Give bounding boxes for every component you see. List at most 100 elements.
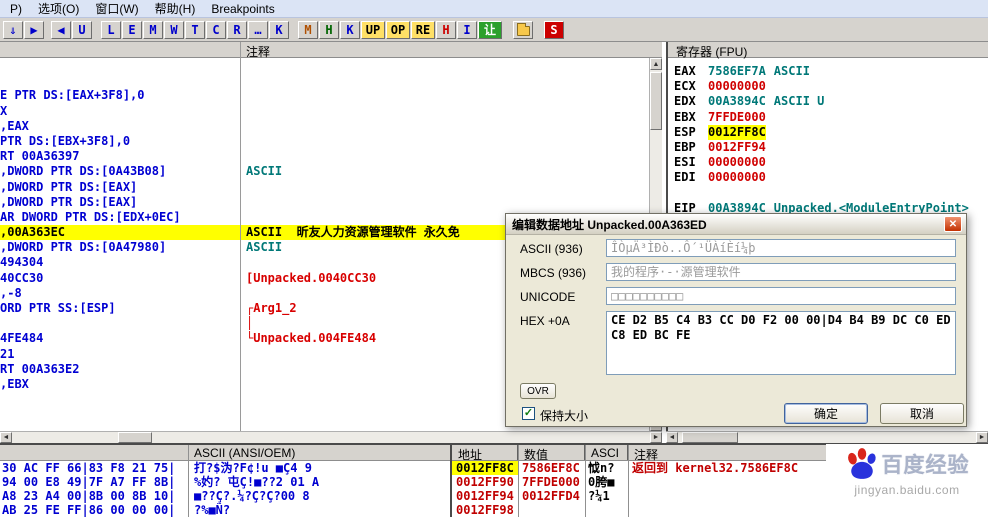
stack-column-divider [518,445,519,517]
register-name: ESI [674,155,708,170]
ovr-button[interactable]: OVR [520,383,556,399]
disasm-column-header: 注释 [0,42,662,58]
ascii-field-label: ASCII (936) [520,242,583,256]
register-row[interactable]: EBP0012FF94 [668,140,988,155]
cancel-button[interactable]: 取消 [880,403,964,424]
disasm-row[interactable]: PTR DS:[EBX+3F8],0 [0,134,649,149]
menu-item[interactable]: 选项(O) [30,0,87,18]
more-button[interactable]: … [248,21,268,39]
plugin-up-button[interactable]: UP [361,21,385,39]
scroll-right-icon[interactable]: ► [976,432,988,443]
menu-item[interactable]: Breakpoints [203,1,282,17]
dialog-titlebar[interactable]: 编辑数据地址 Unpacked.00A363ED ✕ [506,214,966,235]
menu-item[interactable]: 窗口(W) [87,0,146,18]
log-window-button[interactable]: L [101,21,121,39]
ok-button[interactable]: 确定 [784,403,868,424]
disasm-code: 494304 [0,255,240,270]
hexdump-row[interactable]: A8 23 A4 00|8B 00 8B 10|■??Ç?.¼?Ç?Ç?00 8 [0,489,450,503]
registers-header: 寄存器 (FPU) [668,42,988,58]
plugin-m-button[interactable]: M [298,21,318,39]
stack-value: 7FFDE000 [518,475,585,489]
register-value: 00A3894C [708,94,766,109]
plugin-h2-button[interactable]: H [436,21,456,39]
hexdump-row[interactable]: 94 00 E8 49|7F A7 FF 8B|%妁? 屯Ç!■??2 01 A [0,475,450,489]
menu-item[interactable]: 帮助(H) [147,0,204,18]
hexdump-row[interactable]: 30 AC FF 66|83 F8 21 75|打?$沩?F¢!u ■Ç4 9 [0,461,450,475]
disasm-code: ,EBX [0,377,240,392]
register-row[interactable]: EDX00A3894CASCII U [668,94,988,109]
disasm-row[interactable]: X [0,104,649,119]
register-row[interactable]: ECX00000000 [668,79,988,94]
register-name: ESP [674,125,708,140]
keep-size-checkbox[interactable]: ✓ [522,407,535,420]
disasm-code: RT 00A363E2 [0,362,240,377]
disasm-hscroll-thumb[interactable] [118,432,152,443]
register-row[interactable]: ESP0012FF8C [668,125,988,140]
register-row[interactable]: ESI00000000 [668,155,988,170]
disasm-code: 4FE484 [0,331,240,346]
register-name: EAX [674,64,708,79]
hex-input[interactable]: CE D2 B5 C4 B3 CC D0 F2 00 00|D4 B4 B9 D… [606,311,956,375]
disasm-vscroll-thumb[interactable] [650,72,662,130]
menu-item[interactable]: P) [2,1,30,17]
baidu-paw-icon [845,447,879,481]
update-button[interactable]: U [72,21,92,39]
disasm-row[interactable] [0,58,649,73]
call-stack-button[interactable]: K [269,21,289,39]
register-name: EDI [674,170,708,185]
disasm-code: 21 [0,347,240,362]
plugin-k-button[interactable]: K [340,21,360,39]
back-button[interactable]: ◀ [51,21,71,39]
disasm-hscrollbar[interactable]: ◄ ► [0,431,662,443]
disasm-code: ,DWORD PTR DS:[EAX] [0,180,240,195]
folder-icon [517,26,530,36]
scroll-up-icon[interactable]: ▲ [650,58,662,70]
registers-hscrollbar[interactable]: ◄ ► [666,431,988,443]
register-value: 7586EF7A [708,64,766,79]
windows-button[interactable]: W [164,21,184,39]
check-icon: ✓ [524,408,533,419]
scroll-left-icon[interactable]: ◄ [666,432,678,443]
disasm-row[interactable]: ,EAX [0,119,649,134]
plugin-rang-button[interactable]: 让 [478,21,502,39]
stack-col-header: 地址 [452,445,518,460]
open-folder-button[interactable] [513,21,533,39]
register-row[interactable]: EBX7FFDE000 [668,110,988,125]
unicode-input[interactable]: □□□□□□□□□□ [606,287,956,305]
plugin-op-button[interactable]: OP [386,21,410,39]
run-button[interactable]: ▶ [24,21,44,39]
disasm-row[interactable]: E PTR DS:[EAX+3F8],0 [0,88,649,103]
threads-button[interactable]: T [185,21,205,39]
disasm-row[interactable] [0,73,649,88]
hex-ascii: ?%■Ñ? [188,503,230,517]
disasm-row[interactable]: ,DWORD PTR DS:[0A43B08]ASCII [0,164,649,179]
stack-ascii: ?¼1 [585,489,628,503]
references-button[interactable]: R [227,21,247,39]
executables-button[interactable]: E [122,21,142,39]
plugin-s-button[interactable]: S [544,21,564,39]
plugin-i-button[interactable]: I [457,21,477,39]
plugin-re-button[interactable]: RE [411,21,435,39]
hex-bytes: 30 AC FF 66|83 F8 21 75| [0,461,188,475]
disasm-code [0,73,240,88]
plugin-h-button[interactable]: H [319,21,339,39]
disasm-row[interactable]: RT 00A36397 [0,149,649,164]
close-icon[interactable]: ✕ [944,216,962,232]
load-button[interactable]: ⇓ [3,21,23,39]
disasm-row[interactable]: ,DWORD PTR DS:[EAX] [0,195,649,210]
register-row[interactable]: EAX7586EF7A ASCII [668,64,988,79]
register-decode: ASCII [774,64,810,79]
mbcs-input[interactable]: 我的程序·-·源管理软件 [606,263,956,281]
cpu-window-button[interactable]: C [206,21,226,39]
hexdump-row[interactable]: AB 25 FE FF|86 00 00 00|?%■Ñ? [0,503,450,517]
register-row[interactable] [668,186,988,201]
scroll-left-icon[interactable]: ◄ [0,432,12,443]
disasm-row[interactable]: ,DWORD PTR DS:[EAX] [0,180,649,195]
registers-hscroll-thumb[interactable] [682,432,738,443]
register-row[interactable]: EDI00000000 [668,170,988,185]
scroll-right-icon[interactable]: ► [650,432,662,443]
hex-ascii: ■??Ç?.¼?Ç?Ç?00 8 [188,489,310,503]
ascii-input[interactable]: ÎÒµÄ³ÌÐò..Ô´¹ÜÀíÈí¼þ [606,239,956,257]
hexdump-header: ASCII (ANSI/OEM) [0,445,450,461]
memory-map-button[interactable]: M [143,21,163,39]
